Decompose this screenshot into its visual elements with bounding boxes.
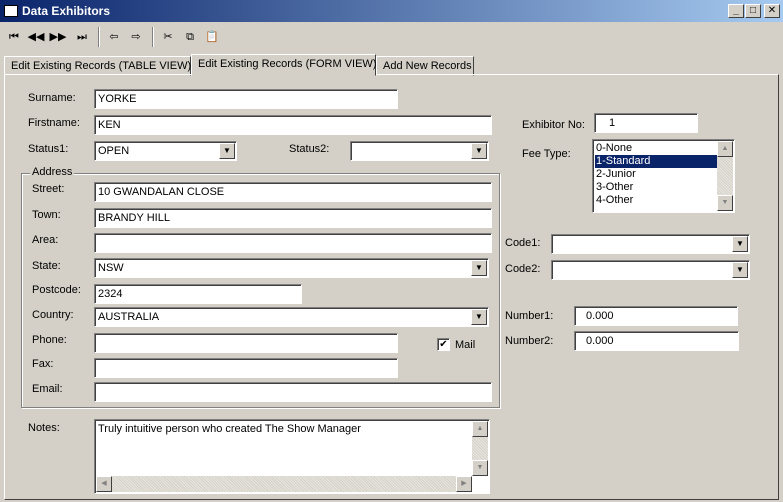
fee-type-option[interactable]: 3-Other <box>595 181 718 194</box>
notes-vertical-scrollbar[interactable]: ▲ ▼ <box>472 421 488 476</box>
fee-type-option[interactable]: 2-Junior <box>595 168 718 181</box>
postcode-label: Postcode: <box>32 284 81 296</box>
number2-field[interactable]: 0.000 <box>574 331 739 351</box>
number2-label: Number2: <box>505 335 554 347</box>
country-value: AUSTRALIA <box>98 311 160 323</box>
exhibitor-no-label: Exhibitor No: <box>522 119 585 131</box>
chevron-down-icon[interactable]: ▼ <box>732 236 748 252</box>
notes-textarea[interactable]: Truly intuitive person who created The S… <box>94 419 490 494</box>
cut-icon[interactable]: ✂ <box>158 27 178 47</box>
area-label: Area: <box>32 234 59 246</box>
tab-table-view[interactable]: Edit Existing Records (TABLE VIEW) <box>4 56 191 76</box>
fax-field[interactable] <box>94 358 398 378</box>
chevron-down-icon[interactable]: ▼ <box>471 309 487 325</box>
country-dropdown[interactable]: AUSTRALIA ▼ <box>94 307 489 327</box>
fee-type-scrollbar[interactable]: ▲ ▼ <box>717 141 733 211</box>
street-label: Street: <box>32 183 65 195</box>
mail-checkbox[interactable]: ✔ <box>437 338 450 351</box>
next-record-icon[interactable]: ▶▶ <box>48 27 68 47</box>
chevron-down-icon[interactable]: ▼ <box>471 143 487 159</box>
chevron-down-icon[interactable]: ▼ <box>732 262 748 278</box>
tab-form-view[interactable]: Edit Existing Records (FORM VIEW) <box>191 54 376 76</box>
mail-label: Mail <box>455 339 476 351</box>
number1-label: Number1: <box>505 310 554 322</box>
surname-label: Surname: <box>28 92 76 104</box>
first-record-icon[interactable]: ⏮ <box>4 27 24 47</box>
phone-field[interactable] <box>94 333 398 353</box>
status1-label: Status1: <box>28 143 69 155</box>
status1-dropdown[interactable]: OPEN ▼ <box>94 141 237 161</box>
fee-type-label: Fee Type: <box>522 148 571 160</box>
notes-horizontal-scrollbar[interactable]: ◀ ▶ <box>96 476 472 492</box>
fax-label: Fax: <box>32 358 54 370</box>
status2-label: Status2: <box>289 143 330 155</box>
surname-field[interactable]: YORKE <box>94 89 398 109</box>
chevron-down-icon[interactable]: ▼ <box>219 143 235 159</box>
scroll-left-icon[interactable]: ◀ <box>96 476 112 492</box>
scroll-up-icon[interactable]: ▲ <box>717 141 733 157</box>
toolbar-separator <box>98 27 100 47</box>
title-bar: Data Exhibitors _ □ ✕ <box>0 0 783 22</box>
code2-dropdown[interactable]: ▼ <box>551 260 750 280</box>
window-title: Data Exhibitors <box>22 4 111 18</box>
fee-type-option[interactable]: 4-Other <box>595 194 718 207</box>
fee-type-option-selected[interactable]: 1-Standard <box>595 155 718 168</box>
area-field[interactable] <box>94 233 492 253</box>
address-group-label: Address <box>30 166 75 178</box>
state-label: State: <box>32 260 61 272</box>
status2-dropdown[interactable]: ▼ <box>350 141 489 161</box>
fee-type-listbox[interactable]: 0-None 1-Standard 2-Junior 3-Other 4-Oth… <box>592 139 735 213</box>
chevron-down-icon[interactable]: ▼ <box>471 260 487 276</box>
window-icon <box>4 5 18 17</box>
back-arrow-icon[interactable]: ⇦ <box>104 27 124 47</box>
code1-dropdown[interactable]: ▼ <box>551 234 750 254</box>
town-label: Town: <box>32 209 61 221</box>
email-field[interactable] <box>94 382 492 402</box>
fee-type-option[interactable]: 0-None <box>595 142 718 155</box>
paste-icon[interactable]: 📋 <box>202 27 222 47</box>
number1-field[interactable]: 0.000 <box>574 306 738 326</box>
scroll-right-icon[interactable]: ▶ <box>456 476 472 492</box>
town-field[interactable]: BRANDY HILL <box>94 208 492 228</box>
notes-label: Notes: <box>28 422 60 434</box>
email-label: Email: <box>32 383 63 395</box>
phone-label: Phone: <box>32 334 67 346</box>
last-record-icon[interactable]: ⏭ <box>72 27 92 47</box>
toolbar-separator <box>152 27 154 47</box>
scroll-down-icon[interactable]: ▼ <box>472 460 488 476</box>
street-field[interactable]: 10 GWANDALAN CLOSE <box>94 182 492 202</box>
scroll-up-icon[interactable]: ▲ <box>472 421 488 437</box>
exhibitor-no-field[interactable]: 1 <box>594 113 698 133</box>
code1-label: Code1: <box>505 237 541 249</box>
country-label: Country: <box>32 309 74 321</box>
maximize-button[interactable]: □ <box>745 4 761 18</box>
scroll-down-icon[interactable]: ▼ <box>717 195 733 211</box>
firstname-field[interactable]: KEN <box>94 115 492 135</box>
copy-icon[interactable]: ⧉ <box>180 27 200 47</box>
code2-label: Code2: <box>505 263 541 275</box>
state-dropdown[interactable]: NSW ▼ <box>94 258 489 278</box>
status1-value: OPEN <box>98 145 130 157</box>
state-value: NSW <box>98 262 124 274</box>
previous-record-icon[interactable]: ◀◀ <box>26 27 46 47</box>
notes-text: Truly intuitive person who created The S… <box>98 423 361 435</box>
minimize-button[interactable]: _ <box>728 4 744 18</box>
postcode-field[interactable]: 2324 <box>94 284 302 304</box>
firstname-label: Firstname: <box>28 117 80 129</box>
forward-arrow-icon[interactable]: ⇨ <box>126 27 146 47</box>
close-button[interactable]: ✕ <box>764 4 780 18</box>
tab-add-new[interactable]: Add New Records <box>376 56 474 76</box>
